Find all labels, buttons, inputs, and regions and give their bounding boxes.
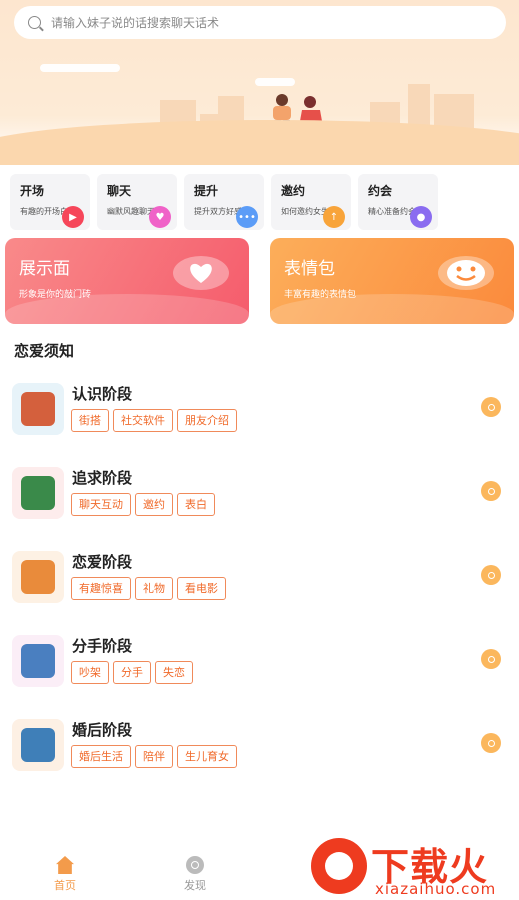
search-icon[interactable] xyxy=(481,733,501,753)
banner-stickers[interactable]: 表情包 丰富有趣的表情包 xyxy=(270,238,514,324)
search-icon[interactable] xyxy=(481,649,501,669)
list-item[interactable]: 认识阶段 街搭 社交软件 朋友介绍 xyxy=(12,381,507,437)
stage-tag[interactable]: 礼物 xyxy=(135,577,173,600)
stage-tag[interactable]: 邀约 xyxy=(135,493,173,516)
flame-icon xyxy=(311,838,367,894)
category-row: 开场 有趣的开场白 ▶ 聊天 幽默风趣聊天 ♥ 提升 提升双方好感 ••• 邀约… xyxy=(10,174,438,230)
stage-title: 婚后阶段 xyxy=(72,721,133,739)
category-title: 邀约 xyxy=(281,184,306,198)
stage-title: 认识阶段 xyxy=(72,385,133,403)
play-icon: ▶ xyxy=(62,206,84,228)
stage-tag[interactable]: 看电影 xyxy=(177,577,226,600)
list-item[interactable]: 追求阶段 聊天互动 邀约 表白 xyxy=(12,465,507,521)
banner-showcase[interactable]: 展示面 形象是你的敲门砖 xyxy=(5,238,249,324)
watermark-url: xiazaihuo.com xyxy=(375,880,497,898)
list-item[interactable]: 恋爱阶段 有趣惊喜 礼物 看电影 xyxy=(12,549,507,605)
heart-icon: ♥ xyxy=(149,206,171,228)
stage-thumbnail xyxy=(12,719,64,771)
stage-tag[interactable]: 街搭 xyxy=(71,409,109,432)
nav-home-label: 首页 xyxy=(54,879,76,892)
stage-tag[interactable]: 婚后生活 xyxy=(71,745,131,768)
stage-tag[interactable]: 生儿育女 xyxy=(177,745,237,768)
stage-thumbnail xyxy=(12,467,64,519)
category-card-invite[interactable]: 邀约 如何邀约女生 ↑ xyxy=(271,174,351,230)
list-item[interactable]: 婚后阶段 婚后生活 陪伴 生儿育女 xyxy=(12,717,507,773)
stage-tag[interactable]: 社交软件 xyxy=(113,409,173,432)
stage-title: 追求阶段 xyxy=(72,469,133,487)
hero-banner: 请输入妹子说的话搜索聊天话术 xyxy=(0,0,519,165)
discover-icon xyxy=(186,856,204,874)
section-title: 恋爱须知 xyxy=(14,342,75,360)
category-card-date[interactable]: 约会 精心准备约会 ● xyxy=(358,174,438,230)
stage-tag[interactable]: 聊天互动 xyxy=(71,493,131,516)
category-title: 聊天 xyxy=(107,184,132,198)
nav-discover[interactable]: 发现 xyxy=(165,856,225,893)
category-title: 提升 xyxy=(194,184,219,198)
stage-tag[interactable]: 吵架 xyxy=(71,661,109,684)
smile-icon xyxy=(438,256,494,290)
search-icon[interactable] xyxy=(481,481,501,501)
search-icon[interactable] xyxy=(481,565,501,585)
nav-discover-label: 发现 xyxy=(184,879,206,892)
search-bar[interactable]: 请输入妹子说的话搜索聊天话术 xyxy=(14,6,506,39)
category-card-chat[interactable]: 聊天 幽默风趣聊天 ♥ xyxy=(97,174,177,230)
more-icon: ••• xyxy=(236,206,258,228)
stage-title: 恋爱阶段 xyxy=(72,553,133,571)
category-card-opening[interactable]: 开场 有趣的开场白 ▶ xyxy=(10,174,90,230)
category-card-improve[interactable]: 提升 提升双方好感 ••• xyxy=(184,174,264,230)
stage-tag[interactable]: 表白 xyxy=(177,493,215,516)
heart-icon xyxy=(173,256,229,290)
stage-title: 分手阶段 xyxy=(72,637,133,655)
home-icon xyxy=(56,856,74,874)
stage-tag[interactable]: 陪伴 xyxy=(135,745,173,768)
nav-home[interactable]: 首页 xyxy=(35,856,95,893)
stage-tag[interactable]: 分手 xyxy=(113,661,151,684)
stage-thumbnail xyxy=(12,551,64,603)
list-item[interactable]: 分手阶段 吵架 分手 失恋 xyxy=(12,633,507,689)
stage-tag[interactable]: 失恋 xyxy=(155,661,193,684)
category-title: 约会 xyxy=(368,184,393,198)
stage-thumbnail xyxy=(12,635,64,687)
category-title: 开场 xyxy=(20,184,45,198)
stage-tag[interactable]: 有趣惊喜 xyxy=(71,577,131,600)
person-icon: ● xyxy=(410,206,432,228)
search-icon[interactable] xyxy=(481,397,501,417)
search-input[interactable]: 请输入妹子说的话搜索聊天话术 xyxy=(51,14,219,31)
search-icon xyxy=(28,16,41,29)
up-arrow-icon: ↑ xyxy=(323,206,345,228)
stage-thumbnail xyxy=(12,383,64,435)
watermark-logo: 下载火 xiazaihuo.com xyxy=(305,832,519,900)
stage-tag[interactable]: 朋友介绍 xyxy=(177,409,237,432)
